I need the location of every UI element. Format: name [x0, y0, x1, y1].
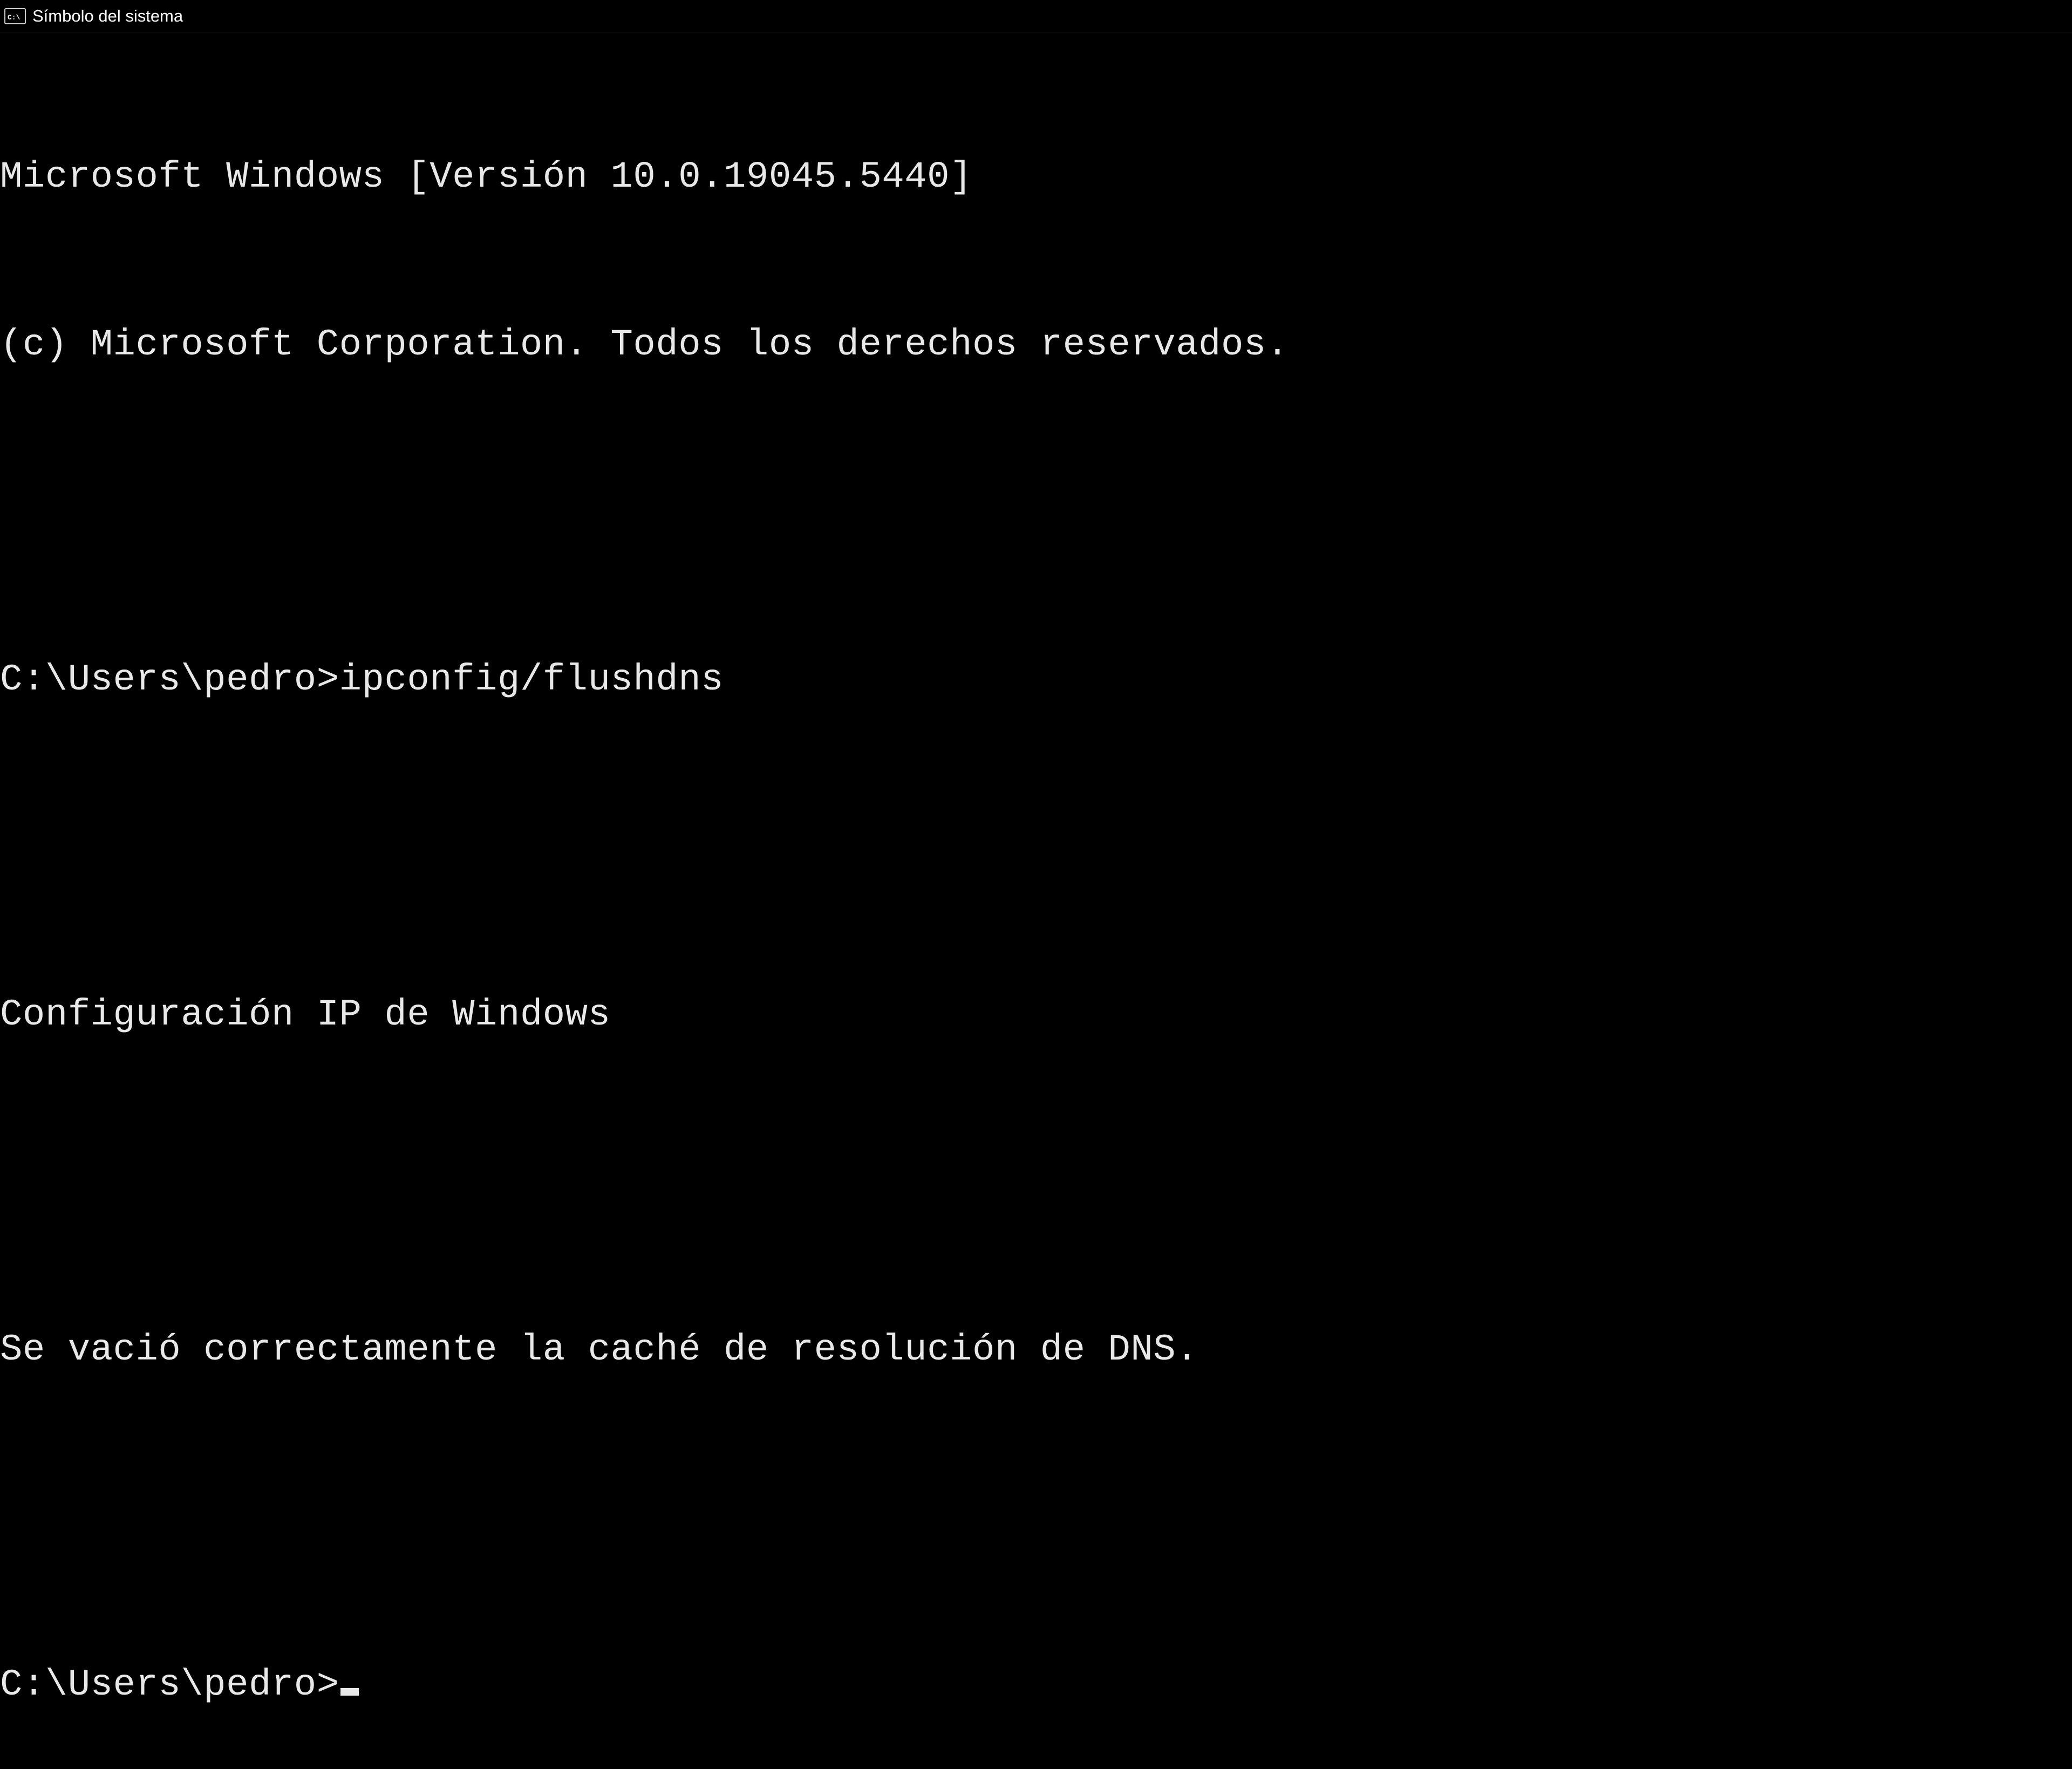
- version-line: Microsoft Windows [Versión 10.0.19045.54…: [0, 149, 2072, 206]
- blank-line: [0, 1155, 2072, 1211]
- output-header-line: Configuración IP de Windows: [0, 987, 2072, 1043]
- cursor: [340, 1688, 359, 1696]
- window-titlebar[interactable]: C:\ Símbolo del sistema: [0, 0, 2072, 32]
- blank-line: [0, 484, 2072, 541]
- active-prompt-line: C:\Users\pedro>: [0, 1657, 2072, 1713]
- terminal-output-area[interactable]: Microsoft Windows [Versión 10.0.19045.54…: [0, 32, 2072, 1769]
- copyright-line: (c) Microsoft Corporation. Todos los der…: [0, 317, 2072, 373]
- output-message-line: Se vació correctamente la caché de resol…: [0, 1322, 2072, 1378]
- blank-line: [0, 819, 2072, 876]
- prompt-text: C:\Users\pedro>: [0, 1657, 339, 1713]
- window-title: Símbolo del sistema: [32, 6, 183, 26]
- svg-text:C:\: C:\: [8, 13, 21, 22]
- command-line: C:\Users\pedro>ipconfig/flushdns: [0, 652, 2072, 708]
- prompt-text: C:\Users\pedro>: [0, 659, 339, 701]
- command-text: ipconfig/flushdns: [339, 659, 724, 701]
- blank-line: [0, 1490, 2072, 1546]
- cmd-icon: C:\: [4, 8, 26, 24]
